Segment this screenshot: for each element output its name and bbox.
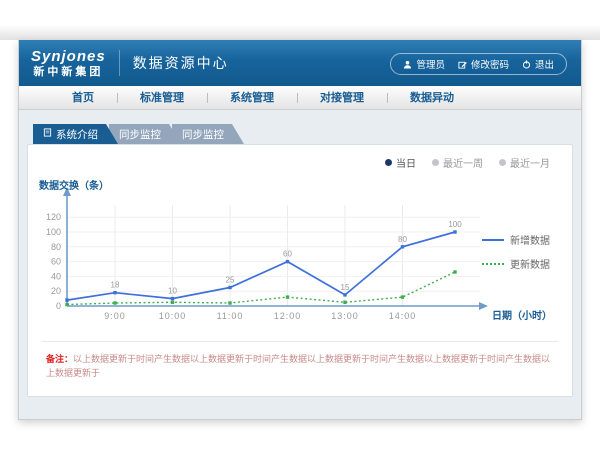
footnote-prefix: 备注： bbox=[46, 354, 73, 364]
app-header: Synjones 新中新集团 数据资源中心 管理员 修改密码 bbox=[19, 40, 581, 86]
svg-text:120: 120 bbox=[46, 212, 61, 222]
radio-label: 最近一周 bbox=[443, 155, 483, 170]
brand-logo-text: Synjones bbox=[31, 49, 106, 64]
tab-label: 系统介绍 bbox=[56, 127, 98, 142]
radio-dot-icon bbox=[499, 159, 506, 166]
tab-label: 同步监控 bbox=[119, 127, 161, 142]
logout-label: 退出 bbox=[535, 57, 554, 71]
legend-item-更新数据: 更新数据 bbox=[482, 256, 550, 271]
content-panel: 当日 最近一周 最近一月 0 20 40 60 80 100 120 9:00 10:00 11:00… bbox=[27, 144, 573, 397]
logout-button[interactable]: 退出 bbox=[522, 57, 554, 71]
footnote-text: 以上数据更新于时间产生数据以上数据更新于时间产生数据以上数据更新于时间产生数据以… bbox=[46, 354, 550, 378]
user-menu-label: 管理员 bbox=[416, 57, 445, 71]
svg-text:13:00: 13:00 bbox=[331, 311, 359, 321]
tab-同步监控-1[interactable]: 同步监控 bbox=[109, 124, 181, 144]
svg-text:10:00: 10:00 bbox=[159, 311, 187, 321]
radio-最近一月[interactable]: 最近一月 bbox=[499, 155, 550, 170]
brand-logo: Synjones 新中新集团 bbox=[31, 49, 106, 78]
app-window: Synjones 新中新集团 数据资源中心 管理员 修改密码 bbox=[18, 40, 582, 420]
svg-text:0: 0 bbox=[56, 301, 61, 311]
svg-text:100: 100 bbox=[448, 220, 462, 229]
tab-系统介绍-0[interactable]: 系统介绍 bbox=[33, 124, 118, 144]
radio-最近一周[interactable]: 最近一周 bbox=[432, 155, 483, 170]
content-area: 系统介绍 同步监控 同步监控 当日 最近一周 最近一月 0 20 40 60 80 100 120 9… bbox=[19, 110, 581, 397]
brand-logo-subtext: 新中新集团 bbox=[31, 67, 106, 78]
legend-item-新增数据: 新增数据 bbox=[482, 232, 550, 247]
nav-item-首页[interactable]: 首页 bbox=[49, 86, 117, 109]
svg-text:12:00: 12:00 bbox=[274, 311, 302, 321]
radio-dot-icon bbox=[432, 159, 439, 166]
user-icon bbox=[403, 60, 412, 69]
page: Synjones 新中新集团 数据资源中心 管理员 修改密码 bbox=[0, 0, 600, 450]
chart-container: 0 20 40 60 80 100 120 9:00 10:00 11:00 12:00 13:00 1… bbox=[37, 177, 572, 328]
main-nav: 首页标准管理系统管理对接管理数据异动 bbox=[19, 86, 581, 110]
svg-text:10: 10 bbox=[168, 287, 177, 296]
svg-text:80: 80 bbox=[51, 242, 61, 252]
document-icon bbox=[43, 128, 52, 140]
change-password-button[interactable]: 修改密码 bbox=[458, 57, 509, 71]
radio-当日[interactable]: 当日 bbox=[385, 155, 416, 170]
nav-item-对接管理[interactable]: 对接管理 bbox=[297, 86, 387, 109]
svg-text:40: 40 bbox=[51, 271, 61, 281]
user-menu-button[interactable]: 管理员 bbox=[403, 57, 445, 71]
svg-text:25: 25 bbox=[226, 276, 235, 285]
footnote: 备注：以上数据更新于时间产生数据以上数据更新于时间产生数据以上数据更新于时间产生… bbox=[42, 341, 558, 380]
tab-同步监控-2[interactable]: 同步监控 bbox=[172, 124, 244, 144]
tab-label: 同步监控 bbox=[182, 127, 224, 142]
header-divider bbox=[119, 50, 120, 76]
edit-icon bbox=[458, 60, 467, 69]
svg-text:100: 100 bbox=[46, 227, 61, 237]
svg-text:9:00: 9:00 bbox=[104, 311, 126, 321]
svg-text:60: 60 bbox=[283, 250, 292, 259]
radio-dot-icon bbox=[385, 159, 392, 166]
svg-text:60: 60 bbox=[51, 257, 61, 267]
user-toolbar: 管理员 修改密码 退出 bbox=[390, 53, 567, 75]
nav-item-系统管理[interactable]: 系统管理 bbox=[207, 86, 297, 109]
svg-text:日期（小时）: 日期（小时） bbox=[492, 309, 552, 322]
svg-text:数据交换（条）: 数据交换（条） bbox=[39, 179, 109, 192]
radio-label: 当日 bbox=[396, 155, 416, 170]
chart-legend: 新增数据更新数据 bbox=[482, 232, 550, 271]
top-shadow-band bbox=[0, 26, 600, 40]
power-icon bbox=[522, 60, 531, 69]
svg-text:18: 18 bbox=[111, 281, 120, 290]
svg-text:11:00: 11:00 bbox=[217, 311, 244, 321]
date-range-filter: 当日 最近一周 最近一月 bbox=[28, 145, 572, 170]
legend-label: 更新数据 bbox=[510, 256, 550, 271]
nav-item-数据异动[interactable]: 数据异动 bbox=[387, 86, 477, 109]
legend-swatch-icon bbox=[482, 263, 504, 265]
legend-label: 新增数据 bbox=[510, 232, 550, 247]
page-title: 数据资源中心 bbox=[133, 53, 229, 73]
svg-text:20: 20 bbox=[51, 286, 61, 296]
change-password-label: 修改密码 bbox=[471, 57, 509, 71]
svg-text:15: 15 bbox=[341, 283, 350, 292]
tab-bar: 系统介绍 同步监控 同步监控 bbox=[33, 124, 573, 144]
svg-text:14:00: 14:00 bbox=[389, 311, 417, 321]
svg-text:80: 80 bbox=[398, 235, 407, 244]
radio-label: 最近一月 bbox=[510, 155, 550, 170]
legend-swatch-icon bbox=[482, 239, 504, 241]
nav-item-标准管理[interactable]: 标准管理 bbox=[117, 86, 207, 109]
